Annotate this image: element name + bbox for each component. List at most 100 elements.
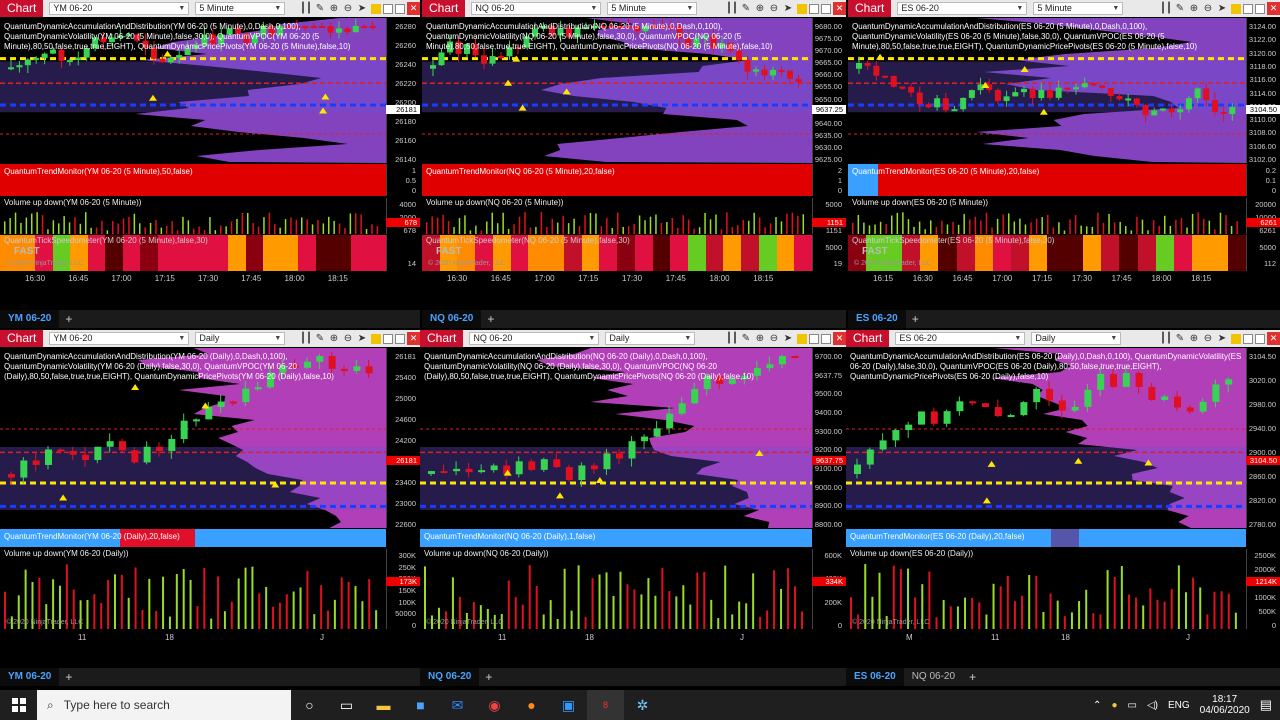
price-axis[interactable]: 3104.50 3020.00 2980.00 2940.00 2900.00 2860.…: [1246, 348, 1280, 529]
cursor-icon[interactable]: ➤: [1215, 3, 1229, 14]
instrument-tab[interactable]: NQ 06-20: [422, 310, 482, 328]
price-axis[interactable]: 2618125400250002460024200238002340023000…: [386, 348, 420, 529]
cursor-icon[interactable]: ➤: [355, 3, 369, 14]
maximize-icon[interactable]: [395, 333, 405, 344]
clock[interactable]: 18:17 04/06/2020: [1200, 694, 1250, 716]
start-button[interactable]: [0, 690, 37, 720]
add-tab-button[interactable]: +: [487, 312, 494, 326]
zoom-out-icon[interactable]: ⊖: [1201, 333, 1215, 344]
minimize-icon[interactable]: [1243, 333, 1253, 344]
instrument-selector[interactable]: ES 06-20 ▼: [897, 2, 1028, 15]
instrument-selector[interactable]: YM 06-20 ▼: [49, 2, 190, 15]
taskbar-search-box[interactable]: ⌕ Type here to search: [37, 690, 291, 720]
instrument-selector[interactable]: YM 06-20 ▼: [49, 332, 190, 345]
zoom-in-icon[interactable]: ⊕: [1187, 3, 1201, 14]
draw-tool-icon[interactable]: ✎: [1173, 333, 1187, 344]
trend-monitor-panel[interactable]: QuantumTrendMonitor(YM 06-20 (Daily),20,…: [0, 529, 386, 547]
zoom-out-icon[interactable]: ⊖: [341, 333, 355, 344]
price-axis[interactable]: 9680.00 9675.00 9670.00 9665.00 9660.00 9655.…: [812, 18, 846, 164]
zoom-in-icon[interactable]: ⊕: [1187, 333, 1201, 344]
instrument-tab[interactable]: YM 06-20: [0, 310, 60, 328]
maximize-icon[interactable]: [821, 333, 831, 344]
add-tab-button[interactable]: +: [912, 312, 919, 326]
price-chart[interactable]: [422, 18, 812, 163]
zoom-out-icon[interactable]: ⊖: [767, 333, 781, 344]
period-selector[interactable]: Daily ▼: [195, 332, 286, 345]
language-indicator[interactable]: ENG: [1168, 700, 1190, 711]
time-axis[interactable]: 16:30 16:45 17:00 17:15 17:30 17:45 18:00 18:15: [0, 272, 386, 286]
battery-icon[interactable]: ●: [1111, 700, 1117, 711]
network-icon[interactable]: ▭: [1127, 700, 1136, 711]
period-selector[interactable]: Daily ▼: [1031, 332, 1122, 345]
bar-type-icon[interactable]: ┃┃: [725, 333, 739, 344]
color-link-yellow-icon[interactable]: [797, 3, 807, 14]
time-axis[interactable]: 16:30 16:45 17:00 17:15 17:30 17:45 18:00 18:15: [422, 272, 812, 286]
settings-icon[interactable]: ✲: [624, 690, 661, 720]
volume-chart[interactable]: [0, 198, 386, 234]
draw-tool-icon[interactable]: ✎: [313, 333, 327, 344]
volume-chart[interactable]: [420, 549, 812, 629]
cursor-icon[interactable]: ➤: [355, 333, 369, 344]
bar-type-icon[interactable]: ┃┃: [1159, 3, 1173, 14]
instrument-tab[interactable]: ES 06-20: [846, 668, 904, 686]
volume-chart[interactable]: [422, 198, 812, 234]
close-icon[interactable]: ✕: [833, 332, 846, 345]
price-chart[interactable]: [846, 348, 1246, 528]
add-tab-button[interactable]: +: [65, 670, 72, 684]
firefox-icon[interactable]: ●: [513, 690, 550, 720]
price-axis[interactable]: 26280 26260 26240 26220 26200 26180 26160 26140: [386, 18, 420, 164]
zoom-in-icon[interactable]: ⊕: [753, 3, 767, 14]
chrome-icon[interactable]: ◉: [476, 690, 513, 720]
instrument-tab[interactable]: YM 06-20: [0, 668, 60, 686]
period-selector[interactable]: 5 Minute ▼: [607, 2, 698, 15]
store-icon[interactable]: ■: [402, 690, 439, 720]
instrument-tab[interactable]: NQ 06-20: [420, 668, 480, 686]
zoom-in-icon[interactable]: ⊕: [327, 3, 341, 14]
price-axis[interactable]: 9700.00 9637.75 9500.00 9400.00 9300.00 9200.…: [812, 348, 846, 529]
zoom-out-icon[interactable]: ⊖: [1201, 3, 1215, 14]
maximize-icon[interactable]: [395, 3, 405, 14]
file-explorer-icon[interactable]: ▬: [365, 690, 402, 720]
minimize-icon[interactable]: [1243, 3, 1253, 14]
price-chart[interactable]: [848, 18, 1246, 163]
close-icon[interactable]: ✕: [407, 332, 420, 345]
close-icon[interactable]: ✕: [407, 2, 420, 15]
close-icon[interactable]: ✕: [833, 2, 846, 15]
period-selector[interactable]: 5 Minute ▼: [1033, 2, 1124, 15]
period-selector[interactable]: Daily ▼: [605, 332, 696, 345]
time-axis[interactable]: M 11 18 J: [846, 631, 1246, 645]
time-axis[interactable]: 11 18 J: [0, 631, 386, 645]
instrument-tab[interactable]: ES 06-20: [848, 310, 906, 328]
zoom-out-icon[interactable]: ⊖: [341, 3, 355, 14]
add-tab-button[interactable]: +: [969, 670, 976, 684]
instrument-selector[interactable]: ES 06-20 ▼: [895, 332, 1026, 345]
time-axis[interactable]: 11 18 J: [420, 631, 812, 645]
price-axis[interactable]: 3124.00 3122.00 3120.00 3118.00 3116.00 3114.…: [1246, 18, 1280, 164]
notifications-icon[interactable]: ▤: [1260, 697, 1272, 713]
ninjatrader-taskbar-icon[interactable]: 8: [587, 690, 624, 720]
maximize-icon[interactable]: [821, 3, 831, 14]
cortana-icon[interactable]: ○: [291, 690, 328, 720]
draw-tool-icon[interactable]: ✎: [739, 3, 753, 14]
price-chart[interactable]: [420, 348, 812, 528]
bar-type-icon[interactable]: ┃┃: [299, 3, 313, 14]
cursor-icon[interactable]: ➤: [781, 3, 795, 14]
instrument-selector[interactable]: NQ 06-20 ▼: [469, 332, 600, 345]
volume-chart[interactable]: [846, 549, 1246, 629]
bar-type-icon[interactable]: ┃┃: [725, 3, 739, 14]
cursor-icon[interactable]: ➤: [781, 333, 795, 344]
instrument-selector[interactable]: NQ 06-20 ▼: [471, 2, 602, 15]
color-link-yellow-icon[interactable]: [371, 3, 381, 14]
draw-tool-icon[interactable]: ✎: [313, 3, 327, 14]
zoom-in-icon[interactable]: ⊕: [327, 333, 341, 344]
price-chart[interactable]: [0, 348, 386, 528]
time-axis[interactable]: 16:15 16:30 16:45 17:00 17:15 17:30 17:45 18:00…: [848, 272, 1246, 286]
zoom-in-icon[interactable]: ⊕: [753, 333, 767, 344]
volume-chart[interactable]: [0, 549, 386, 629]
color-link-yellow-icon[interactable]: [1231, 333, 1241, 344]
draw-tool-icon[interactable]: ✎: [739, 333, 753, 344]
draw-tool-icon[interactable]: ✎: [1173, 3, 1187, 14]
bar-type-icon[interactable]: ┃┃: [299, 333, 313, 344]
instrument-tab-2[interactable]: NQ 06-20: [904, 668, 963, 686]
volume-icon[interactable]: ◁): [1147, 700, 1158, 711]
